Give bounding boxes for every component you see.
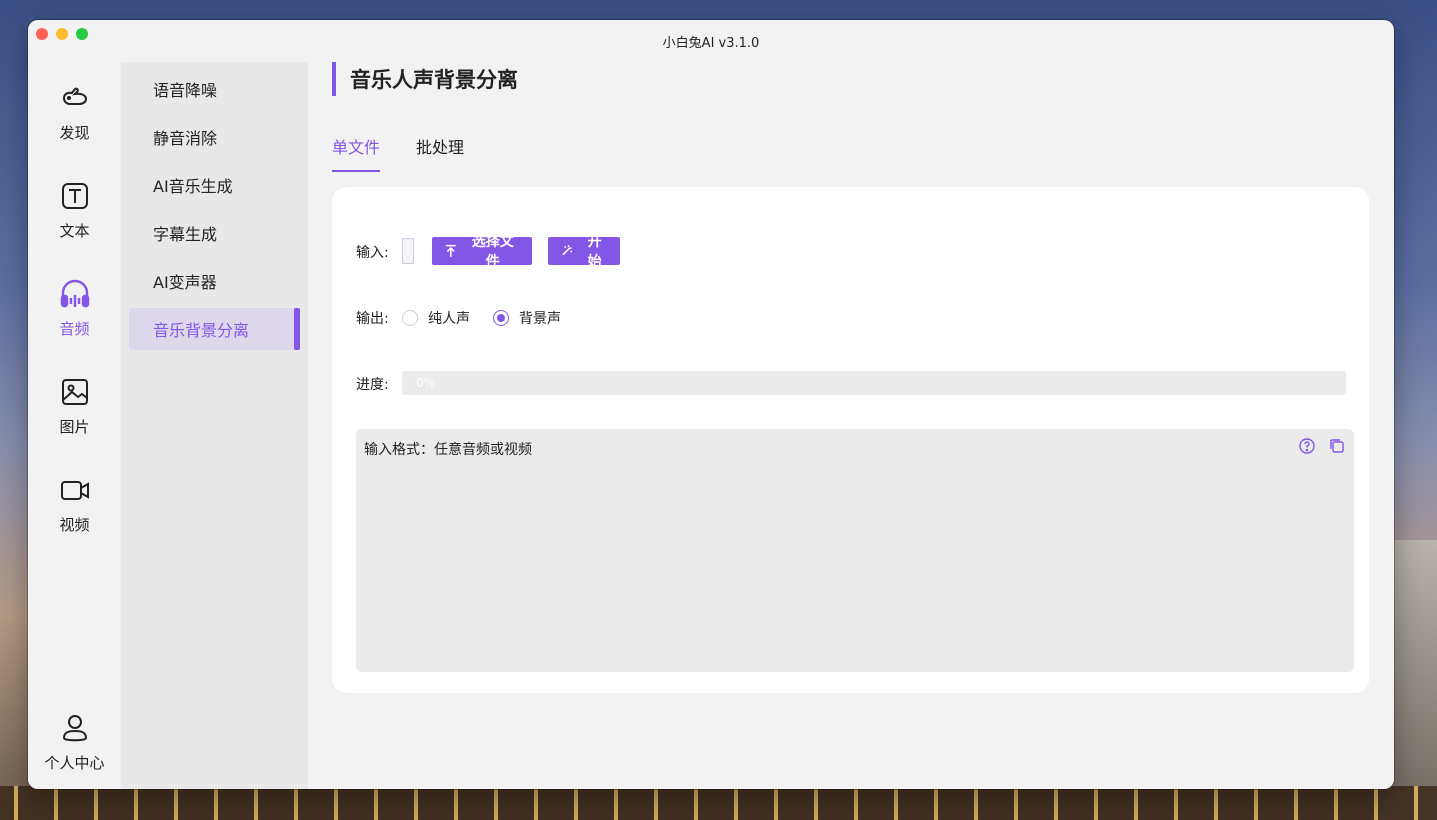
nav-item-discover[interactable]: 发现 bbox=[28, 82, 121, 162]
input-label: 输入: bbox=[356, 245, 389, 261]
output-label: 输出: bbox=[356, 311, 389, 327]
minimize-button[interactable] bbox=[56, 28, 68, 40]
nav-item-label: 图片 bbox=[59, 418, 90, 436]
progress-bar: 0% bbox=[402, 371, 1346, 395]
tab-batch[interactable]: 批处理 bbox=[416, 134, 464, 172]
subnav-item-noise-reduction[interactable]: 语音降噪 bbox=[129, 68, 300, 110]
text-icon bbox=[59, 180, 91, 212]
subnav-item-subtitles[interactable]: 字幕生成 bbox=[129, 212, 300, 254]
log-panel: 输入格式：任意音频或视频 bbox=[356, 429, 1354, 672]
subnav-item-music-separation[interactable]: 音乐背景分离 bbox=[129, 308, 300, 350]
help-icon[interactable] bbox=[1298, 437, 1316, 455]
zoom-button[interactable] bbox=[76, 28, 88, 40]
window-title: 小白兔AI v3.1.0 bbox=[662, 35, 760, 51]
progress-label: 进度: bbox=[356, 377, 389, 393]
subnav-item-silence-removal[interactable]: 静音消除 bbox=[129, 116, 300, 158]
window-controls bbox=[36, 28, 88, 40]
nav-item-label: 文本 bbox=[59, 222, 90, 240]
radio-label: 背景声 bbox=[519, 311, 561, 327]
subnav-item-voice-changer[interactable]: AI变声器 bbox=[129, 260, 300, 302]
copy-icon[interactable] bbox=[1328, 437, 1346, 455]
radio-button[interactable] bbox=[402, 310, 418, 326]
tab-bar: 单文件 批处理 bbox=[332, 134, 464, 172]
title-bar: 小白兔AI v3.1.0 bbox=[28, 20, 1394, 62]
form-card: 输入: 选择文件 开始 输出: 纯人声 背景声 进度: 0% 输入格式：任意音频… bbox=[332, 187, 1369, 693]
app-window: 小白兔AI v3.1.0 发现 文本 音频 图片 视频 个人中心 语音降噪 静音… bbox=[28, 20, 1394, 789]
image-icon bbox=[59, 376, 91, 408]
start-button[interactable]: 开始 bbox=[548, 233, 620, 269]
subnav-item-ai-music[interactable]: AI音乐生成 bbox=[129, 164, 300, 206]
radio-label: 纯人声 bbox=[428, 311, 470, 327]
progress-text: 0% bbox=[416, 376, 436, 390]
start-label: 开始 bbox=[587, 233, 602, 269]
upload-icon bbox=[445, 244, 456, 257]
tab-single-file[interactable]: 单文件 bbox=[332, 134, 381, 172]
choose-file-button[interactable]: 选择文件 bbox=[432, 233, 532, 269]
rabbit-icon bbox=[59, 82, 91, 114]
main-content: 音乐人声背景分离 单文件 批处理 输入: 选择文件 开始 输出: 纯人声 背景声… bbox=[308, 62, 1394, 789]
radio-background[interactable]: 背景声 bbox=[493, 308, 561, 328]
user-icon bbox=[59, 712, 91, 744]
video-icon bbox=[59, 474, 91, 506]
nav-item-label: 视频 bbox=[59, 516, 90, 534]
primary-nav: 发现 文本 音频 图片 视频 个人中心 bbox=[28, 62, 121, 789]
secondary-nav: 语音降噪 静音消除 AI音乐生成 字幕生成 AI变声器 音乐背景分离 bbox=[121, 62, 308, 789]
nav-item-audio[interactable]: 音频 bbox=[28, 278, 121, 358]
nav-item-image[interactable]: 图片 bbox=[28, 376, 121, 456]
nav-item-user-center[interactable]: 个人中心 bbox=[28, 712, 121, 789]
headphones-icon bbox=[59, 278, 91, 310]
radio-vocals[interactable]: 纯人声 bbox=[402, 308, 470, 328]
file-path-field[interactable] bbox=[402, 238, 414, 264]
radio-button[interactable] bbox=[493, 310, 509, 326]
nav-item-label: 个人中心 bbox=[44, 754, 105, 772]
log-text: 输入格式：任意音频或视频 bbox=[364, 442, 532, 458]
page-title: 音乐人声背景分离 bbox=[332, 62, 518, 96]
nav-item-text[interactable]: 文本 bbox=[28, 180, 121, 260]
nav-item-label: 发现 bbox=[59, 124, 90, 142]
magic-wand-icon bbox=[562, 245, 573, 256]
nav-item-video[interactable]: 视频 bbox=[28, 474, 121, 554]
close-button[interactable] bbox=[36, 28, 48, 40]
choose-file-label: 选择文件 bbox=[471, 233, 514, 269]
background-colonnade bbox=[0, 786, 1437, 820]
nav-item-label: 音频 bbox=[59, 320, 90, 338]
